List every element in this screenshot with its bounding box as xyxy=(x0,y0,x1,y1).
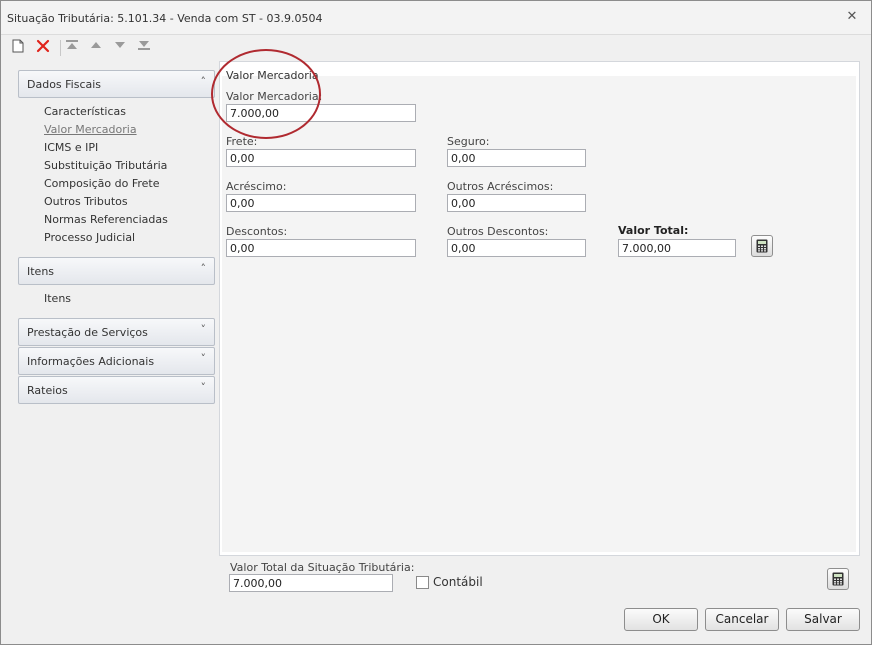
section-title: Valor Mercadoria xyxy=(226,69,319,82)
outros-acrescimos-field[interactable]: 0,00 xyxy=(447,194,586,212)
toolbar-separator xyxy=(60,40,61,56)
sidebar-item-valor-mercadoria[interactable]: Valor Mercadoria xyxy=(44,123,137,136)
sidebar-item-processo-judicial[interactable]: Processo Judicial xyxy=(44,231,135,244)
sidebar-item-substituicao-tributaria[interactable]: Substituição Tributária xyxy=(44,159,167,172)
toolbar xyxy=(9,37,209,59)
seguro-field[interactable]: 0,00 xyxy=(447,149,586,167)
panel-itens[interactable]: Itens ˄ xyxy=(18,257,215,285)
panel-informacoes-adicionais[interactable]: Informações Adicionais ˅ xyxy=(18,347,215,375)
panel-prestacao-label: Prestação de Serviços xyxy=(27,326,148,339)
descontos-field[interactable]: 0,00 xyxy=(226,239,416,257)
move-last-icon[interactable] xyxy=(135,39,153,57)
title-bar: Situação Tributária: 5.101.34 - Venda co… xyxy=(1,1,871,35)
calculator-icon xyxy=(756,239,768,253)
panel-rateios-label: Rateios xyxy=(27,384,68,397)
panel-prestacao-servicos[interactable]: Prestação de Serviços ˅ xyxy=(18,318,215,346)
frete-label: Frete: xyxy=(226,135,258,148)
content-inner xyxy=(222,76,856,552)
panel-dados-fiscais-label: Dados Fiscais xyxy=(27,78,102,91)
chevron-down-icon: ˅ xyxy=(200,352,207,365)
valor-mercadoria-field[interactable]: 7.000,00 xyxy=(226,104,416,122)
seguro-label: Seguro: xyxy=(447,135,490,148)
contabil-checkbox[interactable] xyxy=(416,576,429,589)
panel-dados-fiscais[interactable]: Dados Fiscais ˄ xyxy=(18,70,215,98)
panel-rateios[interactable]: Rateios ˅ xyxy=(18,376,215,404)
outros-acrescimos-label: Outros Acréscimos: xyxy=(447,180,554,193)
sidebar-item-icms-ipi[interactable]: ICMS e IPI xyxy=(44,141,98,154)
valor-total-field[interactable]: 7.000,00 xyxy=(618,239,736,257)
chevron-down-icon: ˅ xyxy=(200,323,207,336)
sidebar-item-composicao-frete[interactable]: Composição do Frete xyxy=(44,177,160,190)
move-up-icon[interactable] xyxy=(87,39,105,57)
chevron-down-icon: ˅ xyxy=(200,381,207,394)
move-down-icon[interactable] xyxy=(111,39,129,57)
calculator-button-bottom[interactable] xyxy=(827,568,849,590)
contabil-label: Contábil xyxy=(433,575,483,589)
window-title: Situação Tributária: 5.101.34 - Venda co… xyxy=(7,12,323,25)
move-first-icon[interactable] xyxy=(63,39,81,57)
chevron-up-icon: ˄ xyxy=(200,262,207,275)
sidebar-item-outros-tributos[interactable]: Outros Tributos xyxy=(44,195,128,208)
sidebar-item-normas-referenciadas[interactable]: Normas Referenciadas xyxy=(44,213,168,226)
calculator-icon xyxy=(832,572,844,586)
acrescimo-label: Acréscimo: xyxy=(226,180,287,193)
outros-descontos-field[interactable]: 0,00 xyxy=(447,239,586,257)
valor-mercadoria-label: Valor Mercadoria: xyxy=(226,90,323,103)
frete-field[interactable]: 0,00 xyxy=(226,149,416,167)
calculator-button[interactable] xyxy=(751,235,773,257)
valor-total-situacao-field[interactable]: 7.000,00 xyxy=(229,574,393,592)
save-button[interactable]: Salvar xyxy=(786,608,860,631)
sidebar-item-caracteristicas[interactable]: Características xyxy=(44,105,126,118)
descontos-label: Descontos: xyxy=(226,225,288,238)
ok-button[interactable]: OK xyxy=(624,608,698,631)
close-icon[interactable]: ✕ xyxy=(845,10,859,24)
sidebar-item-itens[interactable]: Itens xyxy=(44,292,71,305)
panel-informacoes-label: Informações Adicionais xyxy=(27,355,155,368)
valor-total-situacao-label: Valor Total da Situação Tributária: xyxy=(230,561,415,574)
outros-descontos-label: Outros Descontos: xyxy=(447,225,549,238)
cancel-button[interactable]: Cancelar xyxy=(705,608,779,631)
valor-total-label: Valor Total: xyxy=(618,224,689,237)
dialog-window: Situação Tributária: 5.101.34 - Venda co… xyxy=(0,0,872,645)
panel-itens-label: Itens xyxy=(27,265,55,278)
acrescimo-field[interactable]: 0,00 xyxy=(226,194,416,212)
content-panel xyxy=(219,61,860,556)
delete-icon[interactable] xyxy=(34,39,52,57)
chevron-up-icon: ˄ xyxy=(200,75,207,88)
new-document-icon[interactable] xyxy=(9,39,27,57)
